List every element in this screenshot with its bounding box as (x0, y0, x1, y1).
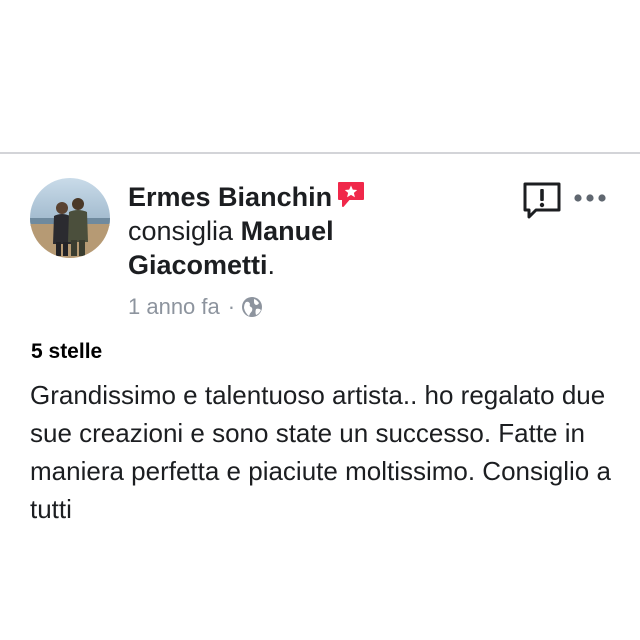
review-text: Grandissimo e talentuoso artista.. ho re… (30, 380, 611, 524)
more-dots-icon[interactable] (573, 188, 607, 208)
header-punctuation: . (267, 250, 276, 280)
page-name-part1[interactable]: Manuel (241, 216, 334, 246)
timestamp[interactable]: 1 anno fa (128, 294, 220, 319)
rating-label: 5 stelle (31, 340, 103, 363)
report-exclamation-icon[interactable] (522, 181, 562, 221)
recommend-star-bubble-icon (336, 180, 366, 210)
post-header: Ermes Bianchin consiglia Manuel Giacomet… (128, 180, 508, 282)
action-text: consiglia (128, 216, 234, 246)
review-post: Ermes Bianchin consiglia Manuel Giacomet… (0, 0, 640, 640)
page-name-part2[interactable]: Giacometti (128, 250, 268, 280)
globe-icon[interactable] (241, 296, 263, 318)
avatar[interactable] (30, 178, 110, 258)
divider (0, 152, 640, 154)
post-meta: 1 anno fa · (128, 292, 263, 322)
author-name[interactable]: Ermes Bianchin (128, 182, 332, 212)
meta-separator: · (227, 294, 236, 319)
